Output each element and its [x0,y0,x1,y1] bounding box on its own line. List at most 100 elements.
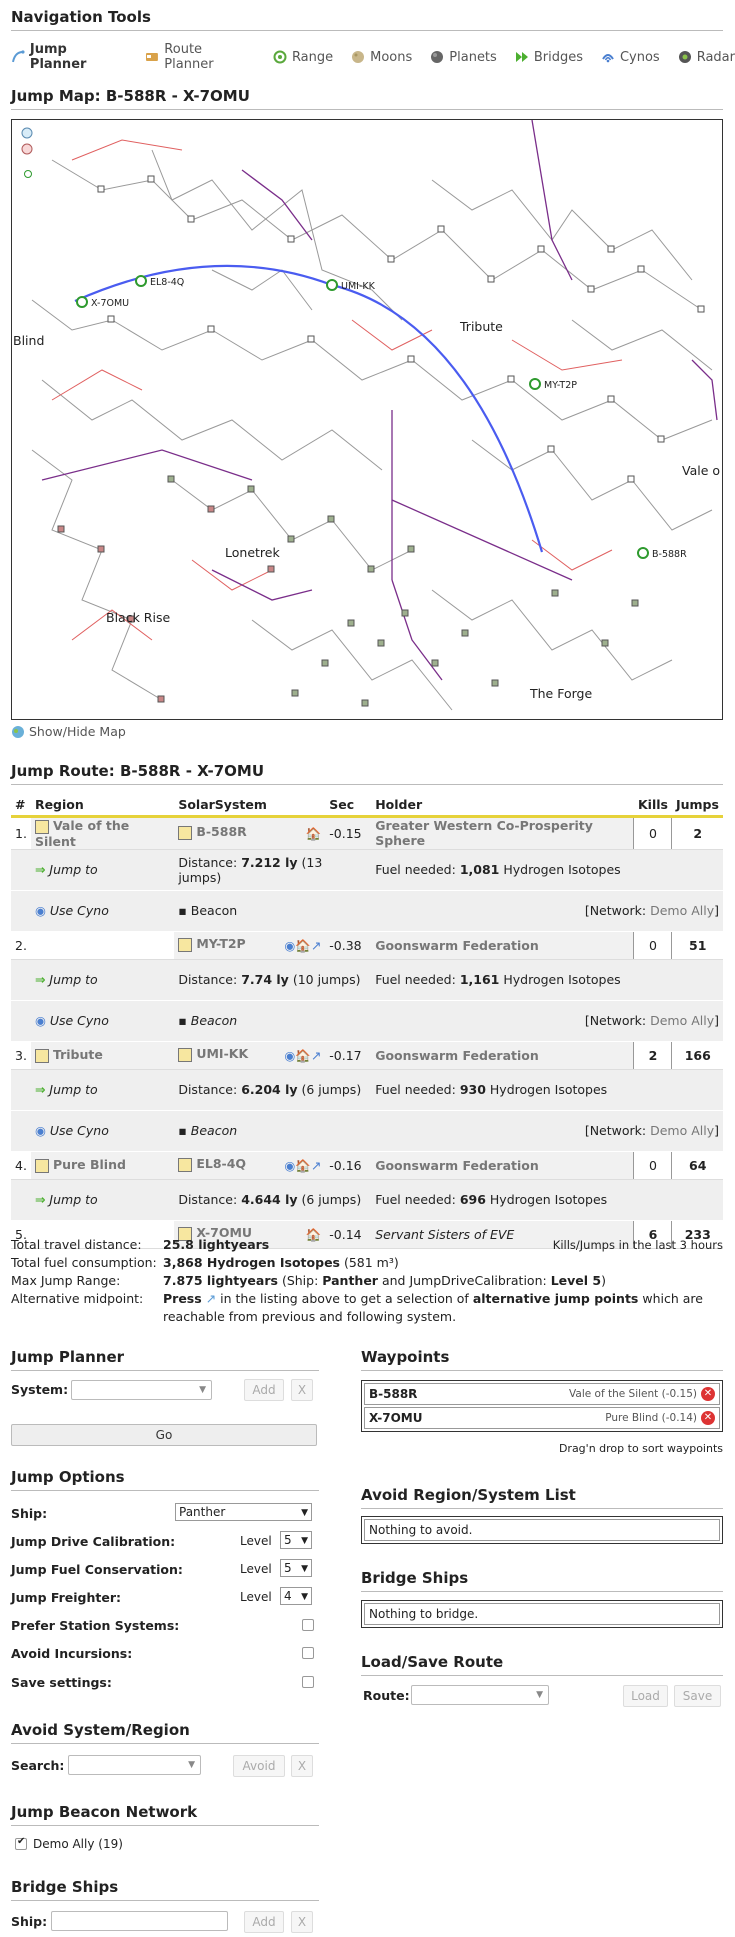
ship-select[interactable]: Panther ▼ [175,1503,312,1521]
row-holder[interactable]: Goonswarm Federation [375,1048,539,1063]
map-label-x7omu: X-7OMU [91,298,129,309]
row-num: 3. [11,1041,31,1070]
waypoints-title: Waypoints [361,1348,723,1371]
region-icon [34,1048,49,1063]
waypoint-item[interactable]: X-7OMU Pure Blind (-0.14) ✕ [364,1407,720,1429]
range-end: ) [601,1273,606,1288]
nav-jump-planner[interactable]: Jump Planner [11,42,127,72]
nav-bridges[interactable]: Bridges [515,42,583,72]
row-kills: 0 [633,931,672,960]
distance-label: Distance: [178,854,238,870]
route-row: 3. Tribute UMI-KK ◉🏠↗ -0.17 Goonswarm Fe… [11,1041,723,1070]
planner-add-button[interactable]: Add [244,1379,284,1401]
route-node-myt2p [529,378,541,390]
planet-icon [431,51,444,63]
distance-jumps: (6 jumps) [301,1192,362,1207]
ship-value: Panther [179,1505,226,1519]
route-table: # Region SolarSystem Sec Holder Kills Ju… [11,794,723,1249]
avoid-list-box: Nothing to avoid. [361,1516,723,1544]
fuel-value: 930 [459,1082,486,1097]
cyno-icon: ◉ [34,1123,46,1138]
beacon-net-item[interactable]: ✔ Demo Ally (19) [15,1836,123,1851]
save-settings-checkbox[interactable] [302,1676,314,1688]
bridge-add-button[interactable]: Add [244,1911,284,1933]
row-region[interactable]: Tribute [53,1047,103,1062]
remove-icon[interactable]: ✕ [701,1411,715,1425]
row-system[interactable]: B-588R [196,824,246,839]
chevron-down-icon: ▼ [301,1564,308,1574]
jfc-select[interactable]: 5 ▼ [280,1559,312,1577]
row-holder[interactable]: Goonswarm Federation [375,938,539,953]
cyno-row: ◉ Use Cyno ▪ Beacon [Network: Demo Ally] [11,1110,723,1152]
jdc-select[interactable]: 5 ▼ [280,1531,312,1549]
use-cyno-label: Use Cyno [49,1123,109,1138]
bridge-clear-button[interactable]: X [291,1911,313,1933]
beacon-net-checkbox[interactable]: ✔ [15,1836,27,1850]
avoid-search-label: Search: [11,1758,65,1773]
prefer-checkbox[interactable] [302,1619,314,1631]
planner-system-input[interactable]: ▼ [71,1380,212,1400]
row-system[interactable]: MY-T2P [196,936,245,951]
avoid-search-input[interactable]: ▼ [68,1755,201,1775]
col-region: Region [30,794,175,818]
row-region[interactable]: Pure Blind [53,1157,126,1172]
row-system[interactable]: UMI-KK [196,1046,248,1061]
network-value[interactable]: Demo Ally [650,1013,714,1028]
remove-icon[interactable]: ✕ [701,1387,715,1401]
avoid-clear-button[interactable]: X [291,1755,313,1777]
load-button[interactable]: Load [623,1685,668,1707]
chevron-down-icon: ▼ [301,1536,308,1546]
network-value[interactable]: Demo Ally [650,903,714,918]
map-title: Jump Map: B-588R - X-7OMU [11,87,723,110]
cyno-station-jump-icons: ◉🏠↗ [284,938,322,953]
travel-value: 25.8 lightyears [163,1237,270,1252]
jf-select[interactable]: 4 ▼ [280,1587,312,1605]
route-row: 1. Vale of the Silent B-588R 🏠 -0.15 Gre… [11,816,723,850]
use-cyno-label: Use Cyno [49,903,109,918]
distance-label: Distance: [178,1082,238,1097]
nav-route-planner[interactable]: Route Planner [145,42,255,72]
save-button[interactable]: Save [674,1685,721,1707]
row-holder[interactable]: Goonswarm Federation [375,1158,539,1173]
avoid-button[interactable]: Avoid [233,1755,285,1777]
range-value: 7.875 lightyears [163,1273,278,1288]
row-region[interactable]: Vale of the Silent [35,818,129,849]
go-button[interactable]: Go [11,1424,317,1446]
system-icon [178,937,193,952]
network-label: [Network: [584,1123,647,1138]
bridge-ship-input[interactable] [51,1911,228,1931]
alt-label: Alternative midpoint: [11,1291,144,1306]
range-level: Level 5 [550,1273,602,1288]
nav-title: Navigation Tools [11,8,723,31]
nav-label: Moons [370,49,413,65]
row-system[interactable]: EL8-4Q [196,1156,246,1171]
nav-moons[interactable]: Moons [351,42,412,72]
nav-label: Jump Planner [29,42,87,72]
nav-cynos[interactable]: Cynos [601,42,660,72]
jfc-value: 5 [284,1561,292,1575]
distance-value: 4.644 ly [241,1192,298,1207]
network-value[interactable]: Demo Ally [650,1123,714,1138]
use-cyno-label: Use Cyno [49,1013,109,1028]
fuel-volume: (581 m³) [343,1255,399,1270]
region-icon [34,1158,49,1173]
row-sec: -0.15 [325,816,372,850]
map-region-black-rise: Black Rise [106,610,170,625]
planner-clear-button[interactable]: X [291,1379,313,1401]
nav-radar[interactable]: Radar [678,42,735,72]
route-select[interactable]: ▼ [411,1685,549,1705]
waypoint-item[interactable]: B-588R Vale of the Silent (-0.15) ✕ [364,1383,720,1405]
map-canvas[interactable]: X-7OMU EL8-4Q UMI-KK MY-T2P B-588R Blind… [12,120,723,720]
reset-icon [24,170,32,178]
incursions-checkbox[interactable] [302,1647,314,1659]
nav-range[interactable]: Range [273,42,333,72]
show-hide-map[interactable]: Show/Hide Map [11,724,126,739]
map-toggle-icon [12,725,24,738]
jump-map[interactable]: X-7OMU EL8-4Q UMI-KK MY-T2P B-588R Blind… [11,119,723,720]
row-holder[interactable]: Greater Western Co-Prosperity Sphere [375,818,593,848]
route-title: Jump Route: B-588R - X-7OMU [11,762,723,785]
route-row: 4. Pure Blind EL8-4Q ◉🏠↗ -0.16 Goonswarm… [11,1151,723,1180]
nav-planets[interactable]: Planets [430,42,497,72]
avoid-list-title: Avoid Region/System List [361,1486,723,1509]
jump-row: ⇒ Jump to Distance: 4.644 ly (6 jumps) F… [11,1179,723,1221]
